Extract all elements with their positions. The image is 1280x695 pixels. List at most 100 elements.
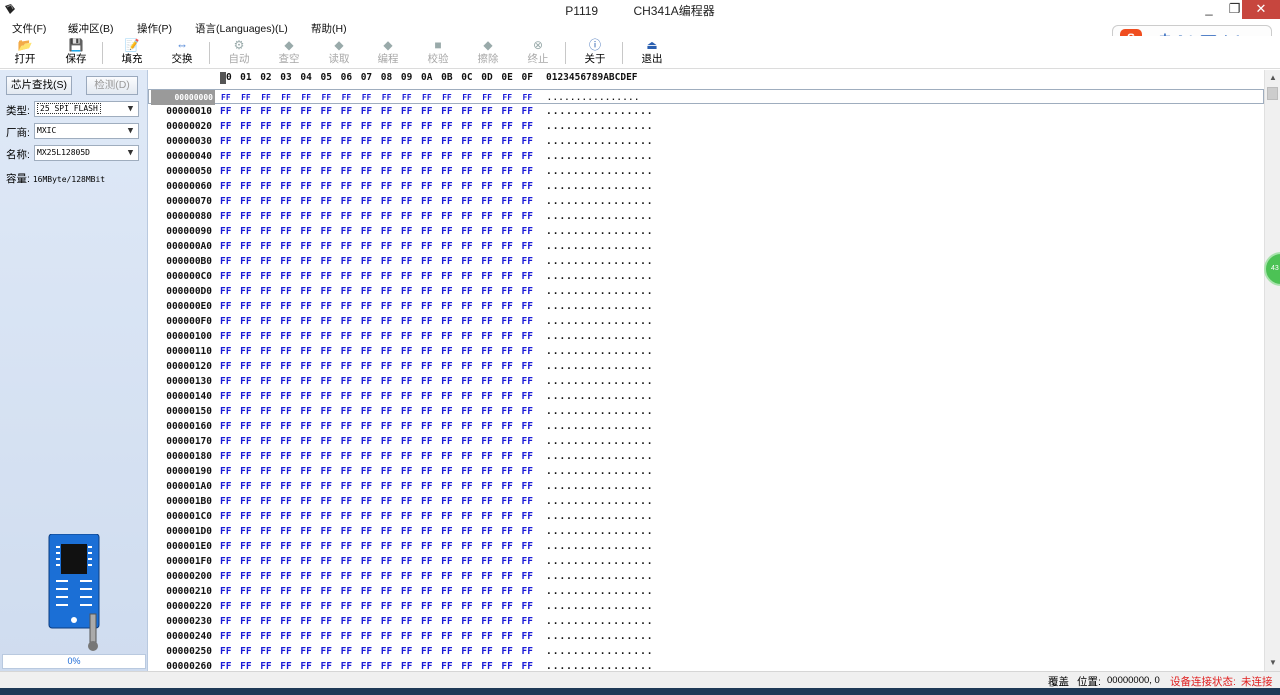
hex-byte-cell[interactable]: FF (300, 164, 311, 179)
hex-byte-cell[interactable]: FF (341, 254, 352, 269)
hex-byte-cell[interactable]: FF (321, 374, 332, 389)
hex-byte-cell[interactable]: FF (260, 494, 271, 509)
hex-byte-cell[interactable]: FF (522, 389, 533, 404)
hex-row[interactable]: 00000140 FF FF FF FF FF FF FF FF FF FF FF FF FF FF FF FF… (148, 389, 1264, 404)
hex-byte-cell[interactable]: FF (341, 344, 352, 359)
hex-byte-cell[interactable]: FF (501, 224, 512, 239)
hex-byte-cell[interactable]: FF (441, 299, 452, 314)
hex-byte-cell[interactable]: FF (361, 419, 372, 434)
hex-byte-cell[interactable]: FF (321, 584, 332, 599)
hex-byte-cell[interactable]: FF (321, 659, 332, 671)
hex-byte-cell[interactable]: FF (401, 539, 412, 554)
hex-byte-cell[interactable]: FF (461, 569, 472, 584)
hex-byte-cell[interactable]: FF (522, 509, 533, 524)
hex-byte-cell[interactable]: FF (220, 629, 231, 644)
hex-byte-cell[interactable]: FF (381, 434, 392, 449)
hex-byte-cell[interactable]: FF (421, 659, 432, 671)
hex-byte-cell[interactable]: FF (220, 494, 231, 509)
hex-byte-cell[interactable]: FF (260, 299, 271, 314)
hex-byte-cell[interactable]: FF (381, 584, 392, 599)
hex-byte-cell[interactable]: FF (441, 614, 452, 629)
hex-byte-cell[interactable]: FF (280, 389, 291, 404)
hex-byte-cell[interactable]: FF (300, 134, 311, 149)
hex-byte-cell[interactable]: FF (522, 464, 533, 479)
hex-byte-cell[interactable]: FF (461, 509, 472, 524)
hex-byte-cell[interactable]: FF (501, 209, 512, 224)
hex-byte-cell[interactable]: FF (220, 539, 231, 554)
hex-byte-cell[interactable]: FF (401, 554, 412, 569)
hex-row[interactable]: 00000110 FF FF FF FF FF FF FF FF FF FF FF FF FF FF FF FF… (148, 344, 1264, 359)
hex-byte-cell[interactable]: FF (280, 179, 291, 194)
hex-byte-cell[interactable]: FF (321, 464, 332, 479)
hex-byte-cell[interactable]: FF (481, 434, 492, 449)
hex-byte-cell[interactable]: FF (461, 404, 472, 419)
hex-byte-cell[interactable]: FF (300, 524, 311, 539)
save-button[interactable]: 💾 保存 (56, 37, 96, 68)
hex-byte-cell[interactable]: FF (220, 449, 231, 464)
hex-byte-cell[interactable]: FF (421, 359, 432, 374)
hex-byte-cell[interactable]: FF (300, 599, 311, 614)
hex-byte-cell[interactable]: FF (321, 239, 332, 254)
read-button[interactable]: ◆ 读取 (319, 37, 359, 68)
hex-byte-cell[interactable]: FF (260, 104, 271, 119)
hex-byte-cell[interactable]: FF (321, 389, 332, 404)
hex-byte-cell[interactable]: FF (522, 494, 533, 509)
hex-byte-cell[interactable]: FF (260, 659, 271, 671)
hex-byte-cell[interactable]: FF (220, 644, 231, 659)
hex-byte-cell[interactable]: FF (240, 569, 251, 584)
hex-row[interactable]: 000000F0 FF FF FF FF FF FF FF FF FF FF FF FF FF FF FF FF… (148, 314, 1264, 329)
hex-byte-cell[interactable]: FF (361, 149, 372, 164)
hex-byte-cell[interactable]: FF (522, 149, 533, 164)
hex-row[interactable]: 00000160 FF FF FF FF FF FF FF FF FF FF FF FF FF FF FF FF… (148, 419, 1264, 434)
hex-byte-cell[interactable]: FF (481, 464, 492, 479)
hex-byte-cell[interactable]: FF (220, 284, 231, 299)
hex-byte-cell[interactable]: FF (401, 359, 412, 374)
hex-byte-cell[interactable]: FF (260, 644, 271, 659)
hex-byte-cell[interactable]: FF (461, 269, 472, 284)
hex-byte-cell[interactable]: FF (280, 299, 291, 314)
hex-row[interactable]: 00000080 FF FF FF FF FF FF FF FF FF FF FF FF FF FF FF FF… (148, 209, 1264, 224)
hex-byte-cell[interactable]: FF (441, 134, 452, 149)
hex-byte-cell[interactable]: FF (501, 539, 512, 554)
hex-byte-cell[interactable]: FF (461, 359, 472, 374)
hex-byte-cell[interactable]: FF (501, 554, 512, 569)
hex-byte-cell[interactable]: FF (240, 629, 251, 644)
hex-byte-cell[interactable]: FF (522, 239, 533, 254)
hex-byte-cell[interactable]: FF (361, 629, 372, 644)
hex-byte-cell[interactable]: FF (361, 314, 372, 329)
hex-byte-cell[interactable]: FF (401, 524, 412, 539)
hex-byte-cell[interactable]: FF (300, 449, 311, 464)
hex-byte-cell[interactable]: FF (401, 389, 412, 404)
hex-byte-cell[interactable]: FF (501, 524, 512, 539)
hex-byte-cell[interactable]: FF (240, 599, 251, 614)
hex-byte-cell[interactable]: FF (522, 614, 533, 629)
hex-byte-cell[interactable]: FF (481, 329, 492, 344)
hex-byte-cell[interactable]: FF (522, 479, 533, 494)
hex-row[interactable]: 000000A0 FF FF FF FF FF FF FF FF FF FF FF FF FF FF FF FF… (148, 239, 1264, 254)
blank-check-button[interactable]: ◆ 查空 (269, 37, 309, 68)
hex-byte-cell[interactable]: FF (260, 539, 271, 554)
hex-byte-cell[interactable]: FF (361, 104, 372, 119)
hex-byte-cell[interactable]: FF (461, 119, 472, 134)
hex-byte-cell[interactable]: FF (240, 554, 251, 569)
hex-row[interactable]: 000000D0 FF FF FF FF FF FF FF FF FF FF FF FF FF FF FF FF… (148, 284, 1264, 299)
menu-file[interactable]: 文件(F) (12, 21, 46, 36)
windows-taskbar[interactable] (0, 688, 1280, 695)
hex-byte-cell[interactable]: FF (260, 134, 271, 149)
hex-byte-cell[interactable]: FF (260, 374, 271, 389)
hex-row[interactable]: 000001B0 FF FF FF FF FF FF FF FF FF FF FF FF FF FF FF FF… (148, 494, 1264, 509)
hex-byte-cell[interactable]: FF (461, 419, 472, 434)
hex-byte-cell[interactable]: FF (321, 314, 332, 329)
hex-byte-cell[interactable]: FF (280, 104, 291, 119)
hex-byte-cell[interactable]: FF (240, 389, 251, 404)
hex-byte-cell[interactable]: FF (481, 164, 492, 179)
hex-byte-cell[interactable]: FF (361, 464, 372, 479)
hex-byte-cell[interactable]: FF (260, 434, 271, 449)
hex-byte-cell[interactable]: FF (300, 179, 311, 194)
hex-byte-cell[interactable]: FF (461, 179, 472, 194)
hex-byte-cell[interactable]: FF (441, 149, 452, 164)
hex-byte-cell[interactable]: FF (240, 614, 251, 629)
hex-byte-cell[interactable]: FF (321, 554, 332, 569)
hex-byte-cell[interactable]: FF (321, 344, 332, 359)
hex-byte-cell[interactable]: FF (220, 419, 231, 434)
